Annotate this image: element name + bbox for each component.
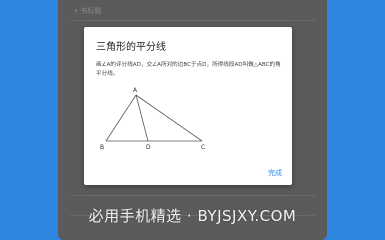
side-ab — [105, 94, 137, 142]
vertex-label-c: C — [201, 144, 205, 151]
background-divider — [70, 20, 315, 21]
background-label: • 书标题 — [74, 7, 102, 15]
vertex-label-a: A — [133, 87, 138, 94]
background-divider — [70, 195, 315, 196]
dialog-title: 三角形的平分线 — [96, 42, 166, 53]
vertex-label-b: B — [100, 144, 104, 151]
triangle-figure: A B D C — [100, 87, 205, 151]
vertex-label-d: D — [146, 144, 151, 151]
watermark-text: 必用手机精选 · BYJSJXY.COM — [88, 207, 297, 225]
dialog-body-text: 画∠A的评分线AD，交∠A所对的边BC于点D，所得线段AD叫做△ABC的角平分线… — [96, 62, 281, 77]
definition-dialog: 三角形的平分线 画∠A的评分线AD，交∠A所对的边BC于点D，所得线段AD叫做△… — [84, 27, 292, 185]
done-button[interactable]: 完成 — [268, 168, 282, 178]
